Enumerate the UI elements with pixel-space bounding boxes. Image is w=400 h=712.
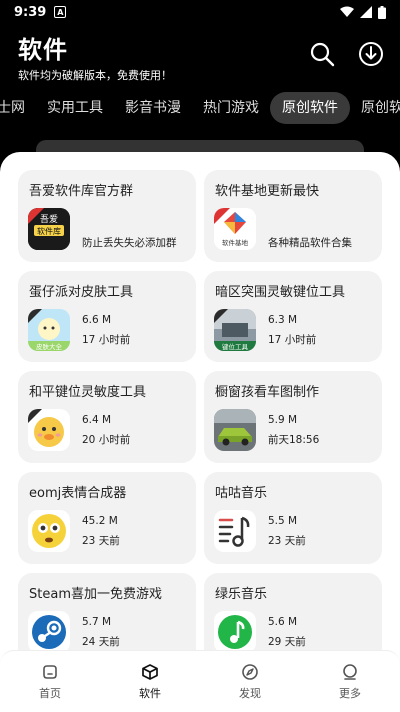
- software-card[interactable]: 暗区突围灵敏键位工具 键位工具 6.3 M 17 小时前: [204, 271, 382, 362]
- more-icon: [343, 663, 357, 680]
- svg-text:吾爱: 吾爱: [40, 214, 58, 225]
- card-size: 5.9 M: [268, 414, 298, 426]
- card-meta: 5.6 M 29 天前: [268, 612, 306, 652]
- card-time: 17 小时前: [268, 334, 317, 346]
- search-icon[interactable]: [308, 40, 336, 68]
- card-size: 5.7 M: [82, 616, 112, 628]
- wuai-logo-icon: 软件库 吾爱: [28, 208, 70, 250]
- software-card[interactable]: 和平键位灵敏度工具 6.4 M 20 小时前: [18, 371, 196, 463]
- battery-icon: [378, 5, 386, 19]
- svg-text:皮肤大全: 皮肤大全: [36, 342, 63, 351]
- card-meta: 5.9 M 前天18:56: [268, 410, 319, 450]
- tab-utilities[interactable]: 实用工具: [36, 92, 114, 124]
- card-title: eomj表情合成器: [29, 486, 127, 501]
- card-desc: 各种精品软件合集: [268, 237, 352, 249]
- tab-original[interactable]: 原创软件: [350, 92, 400, 124]
- cube-icon: [142, 663, 158, 680]
- card-title: 绿乐音乐: [215, 587, 268, 602]
- car-icon: [214, 409, 256, 451]
- svg-text:键位工具: 键位工具: [222, 342, 249, 351]
- tab-0[interactable]: 士网: [0, 92, 36, 124]
- card-meta: 6.6 M 17 小时前: [82, 310, 130, 350]
- card-time: 20 小时前: [82, 434, 131, 446]
- steam-icon: [28, 611, 70, 653]
- page-title: 软件: [18, 36, 68, 64]
- card-title: 暗区突围灵敏键位工具: [215, 285, 346, 300]
- compass-icon: [242, 663, 258, 680]
- card-time: 23 天前: [268, 535, 306, 547]
- nav-software[interactable]: 软件: [100, 651, 200, 712]
- card-time: 29 天前: [268, 636, 306, 648]
- software-card[interactable]: 吾爱软件库官方群 软件库 吾爱 防止丢失失必添加群: [18, 170, 196, 262]
- card-size: 6.4 M: [82, 414, 112, 426]
- signal-icon: [360, 6, 372, 18]
- home-icon: [43, 664, 57, 679]
- software-card[interactable]: eomj表情合成器 45.2 M 23 天前: [18, 472, 196, 564]
- green-music-icon: [214, 611, 256, 653]
- card-title: 吾爱软件库官方群: [29, 184, 134, 199]
- wifi-icon: [340, 6, 354, 17]
- card-size: 6.6 M: [82, 314, 112, 326]
- tab-hot-games[interactable]: 热门游戏: [192, 92, 270, 124]
- card-title: 橱窗孩看车图制作: [215, 385, 320, 400]
- page-header: 软件 软件均为破解版本，免费使用！: [18, 30, 172, 83]
- svg-text:软件基地: 软件基地: [222, 238, 249, 247]
- card-meta: 6.3 M 17 小时前: [268, 310, 316, 350]
- software-list-sheet: 吾爱软件库官方群 软件库 吾爱 防止丢失失必添加群 软件基地更新最快 软件基地: [0, 152, 400, 712]
- page-subtitle: 软件均为破解版本，免费使用！: [18, 69, 172, 82]
- card-title: 蛋仔派对皮肤工具: [29, 285, 134, 300]
- software-card[interactable]: 蛋仔派对皮肤工具 皮肤大全 6.6 M 17 小时前: [18, 271, 196, 362]
- nav-more[interactable]: 更多: [300, 651, 400, 712]
- emoji-icon: [28, 510, 70, 552]
- nav-more-label: 更多: [339, 686, 361, 700]
- card-desc: 防止丢失失必添加群: [82, 237, 177, 249]
- card-size: 5.5 M: [268, 515, 298, 527]
- card-meta: 45.2 M 23 天前: [82, 511, 120, 551]
- card-time: 24 天前: [82, 636, 120, 648]
- svg-text:软件库: 软件库: [37, 226, 61, 236]
- status-time: 9:39: [14, 4, 47, 20]
- software-card[interactable]: 软件基地更新最快 软件基地 各种精品软件合集: [204, 170, 382, 262]
- nav-home[interactable]: 首页: [0, 651, 100, 712]
- card-time: 17 小时前: [82, 334, 131, 346]
- tab-media[interactable]: 影音书漫: [114, 92, 192, 124]
- tab-original-active[interactable]: 原创软件: [270, 92, 350, 124]
- card-title: 和平键位灵敏度工具: [29, 385, 147, 400]
- card-time: 23 天前: [82, 535, 120, 547]
- bottom-nav: 首页 软件 发现 更多: [0, 650, 400, 712]
- card-title: 软件基地更新最快: [215, 184, 320, 199]
- download-icon[interactable]: [357, 40, 385, 68]
- eggy-party-icon: 皮肤大全: [28, 309, 70, 351]
- nav-home-label: 首页: [39, 686, 61, 700]
- music-list-icon: [214, 510, 256, 552]
- card-size: 5.6 M: [268, 616, 298, 628]
- card-size: 6.3 M: [268, 314, 298, 326]
- notification-a-icon: A: [54, 6, 67, 18]
- nav-discover[interactable]: 发现: [200, 651, 300, 712]
- arena-breakout-icon: 键位工具: [214, 309, 256, 351]
- card-title: Steam喜加一免费游戏: [29, 587, 162, 602]
- status-bar: 9:39 A: [0, 0, 400, 24]
- category-tabs: 士网 实用工具 影音书漫 热门游戏 原创软件 原创软件: [0, 92, 400, 124]
- duck-icon: [28, 409, 70, 451]
- card-meta: 5.5 M 23 天前: [268, 511, 306, 551]
- card-time: 前天18:56: [268, 434, 320, 446]
- card-size: 45.2 M: [82, 515, 118, 527]
- software-card[interactable]: 橱窗孩看车图制作 5.9 M 前天18:56: [204, 371, 382, 463]
- card-title: 咕咕音乐: [215, 486, 268, 501]
- nav-discover-label: 发现: [239, 686, 261, 700]
- nav-software-label: 软件: [139, 686, 161, 700]
- card-meta: 5.7 M 24 天前: [82, 612, 120, 652]
- software-base-icon: 软件基地: [214, 208, 256, 250]
- software-card[interactable]: 咕咕音乐 5.5 M 23 天前: [204, 472, 382, 564]
- card-meta: 6.4 M 20 小时前: [82, 410, 130, 450]
